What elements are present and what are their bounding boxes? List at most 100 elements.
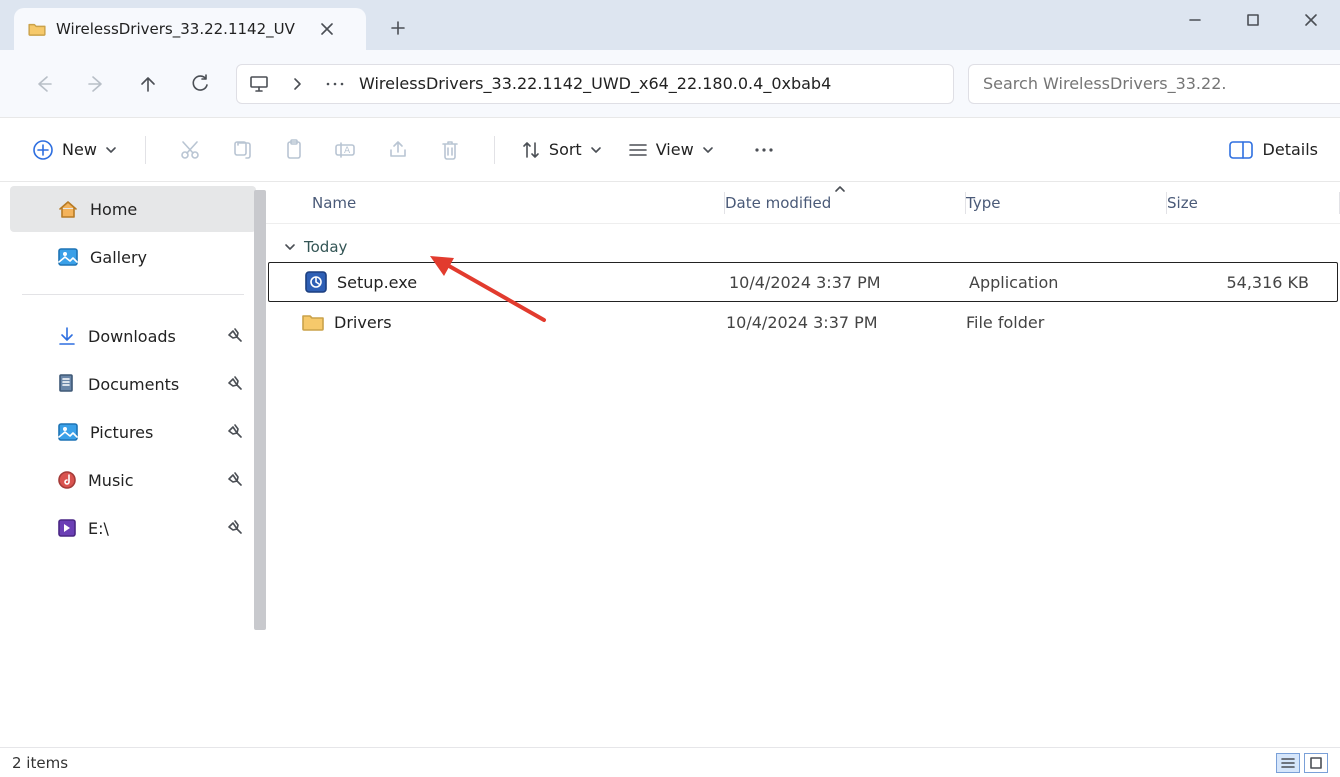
column-type[interactable]: Type [966, 194, 1166, 212]
pin-icon [228, 519, 242, 538]
file-row-drivers[interactable]: Drivers 10/4/2024 3:37 PM File folder [266, 302, 1340, 342]
sidebar-scrollbar[interactable] [254, 190, 266, 630]
music-icon [58, 471, 76, 489]
window-controls [1166, 0, 1340, 40]
back-button[interactable] [20, 62, 68, 106]
maximize-button[interactable] [1224, 0, 1282, 40]
window-tab[interactable]: WirelessDrivers_33.22.1142_UV [14, 8, 366, 50]
view-mode-toggles [1276, 753, 1328, 773]
trash-icon [440, 139, 460, 161]
sidebar-item-music[interactable]: Music [10, 457, 256, 503]
sidebar-item-gallery[interactable]: Gallery [10, 234, 256, 280]
download-icon [58, 326, 76, 346]
sidebar: Home Gallery Downloads Documents Picture… [0, 182, 266, 747]
maximize-icon [1247, 14, 1259, 26]
cut-button[interactable] [164, 130, 216, 170]
sidebar-item-label: Music [88, 471, 134, 490]
file-date: 10/4/2024 3:37 PM [729, 273, 969, 292]
pictures-icon [58, 423, 78, 441]
file-pane: Name Date modified Type Size Today Setup… [266, 182, 1340, 747]
rename-icon: A [334, 140, 358, 160]
column-size-label: Size [1167, 194, 1198, 212]
rename-button[interactable]: A [320, 130, 372, 170]
details-pane-icon [1229, 141, 1253, 159]
tab-title: WirelessDrivers_33.22.1142_UV [56, 20, 295, 38]
share-button[interactable] [372, 130, 424, 170]
sidebar-item-home[interactable]: Home [10, 186, 256, 232]
close-icon [321, 23, 333, 35]
column-headers: Name Date modified Type Size [266, 182, 1340, 224]
svg-text:A: A [344, 146, 351, 156]
copy-button[interactable] [216, 130, 268, 170]
up-button[interactable] [124, 62, 172, 106]
refresh-button[interactable] [176, 62, 224, 106]
sort-indicator-icon [833, 184, 847, 194]
plus-icon [391, 21, 405, 35]
search-input[interactable] [983, 74, 1326, 93]
pin-icon [228, 375, 242, 394]
sidebar-item-downloads[interactable]: Downloads [10, 313, 256, 359]
thumbnails-view-toggle[interactable] [1304, 753, 1328, 773]
column-date-label: Date modified [725, 194, 831, 212]
documents-icon [58, 374, 76, 394]
close-window-button[interactable] [1282, 0, 1340, 40]
file-type: File folder [966, 313, 1166, 332]
drive-icon [58, 519, 76, 537]
details-view-toggle[interactable] [1276, 753, 1300, 773]
folder-icon [302, 313, 324, 331]
sort-label: Sort [549, 140, 582, 159]
sidebar-item-label: Pictures [90, 423, 153, 442]
chevron-right-icon[interactable] [283, 77, 311, 91]
chevron-down-icon [284, 242, 296, 252]
pin-icon [228, 423, 242, 442]
separator [494, 136, 495, 164]
column-name[interactable]: Name [266, 194, 724, 212]
more-button[interactable] [738, 130, 790, 170]
delete-button[interactable] [424, 130, 476, 170]
group-today[interactable]: Today [266, 224, 1340, 262]
scissors-icon [179, 139, 201, 161]
gallery-icon [58, 248, 78, 266]
view-label: View [656, 140, 694, 159]
overflow-icon[interactable] [321, 81, 349, 87]
new-button[interactable]: New [22, 133, 127, 167]
column-size[interactable]: Size [1167, 194, 1339, 212]
details-label: Details [1263, 140, 1318, 159]
item-count: 2 items [12, 754, 68, 772]
sidebar-item-documents[interactable]: Documents [10, 361, 256, 407]
sidebar-item-label: E:\ [88, 519, 109, 538]
chevron-down-icon [702, 145, 714, 155]
view-button[interactable]: View [620, 134, 722, 165]
sort-icon [521, 140, 541, 160]
search-box[interactable] [968, 64, 1340, 104]
sort-button[interactable]: Sort [513, 134, 610, 166]
share-icon [387, 140, 409, 160]
forward-button[interactable] [72, 62, 120, 106]
column-name-label: Name [312, 194, 356, 212]
ellipsis-icon [753, 147, 775, 153]
chevron-down-icon [105, 145, 117, 155]
explorer-body: Home Gallery Downloads Documents Picture… [0, 182, 1340, 747]
file-row-setup[interactable]: Setup.exe 10/4/2024 3:37 PM Application … [268, 262, 1338, 302]
chevron-down-icon [590, 145, 602, 155]
pc-icon [245, 75, 273, 93]
sidebar-item-pictures[interactable]: Pictures [10, 409, 256, 455]
clipboard-icon [284, 139, 304, 161]
nav-bar: WirelessDrivers_33.22.1142_UWD_x64_22.18… [0, 50, 1340, 118]
sidebar-item-label: Downloads [88, 327, 176, 346]
paste-button[interactable] [268, 130, 320, 170]
file-name: Setup.exe [337, 273, 417, 292]
title-bar: WirelessDrivers_33.22.1142_UV [0, 0, 1340, 50]
folder-icon [28, 22, 46, 36]
address-bar[interactable]: WirelessDrivers_33.22.1142_UWD_x64_22.18… [236, 64, 954, 104]
details-pane-button[interactable]: Details [1229, 140, 1318, 159]
column-date-modified[interactable]: Date modified [725, 194, 965, 212]
minimize-icon [1188, 13, 1202, 27]
minimize-button[interactable] [1166, 0, 1224, 40]
new-tab-button[interactable] [378, 8, 418, 48]
arrow-up-icon [138, 74, 158, 94]
arrow-right-icon [86, 74, 106, 94]
sidebar-item-drive-e[interactable]: E:\ [10, 505, 256, 551]
refresh-icon [190, 74, 210, 94]
tab-close-button[interactable] [313, 15, 341, 43]
